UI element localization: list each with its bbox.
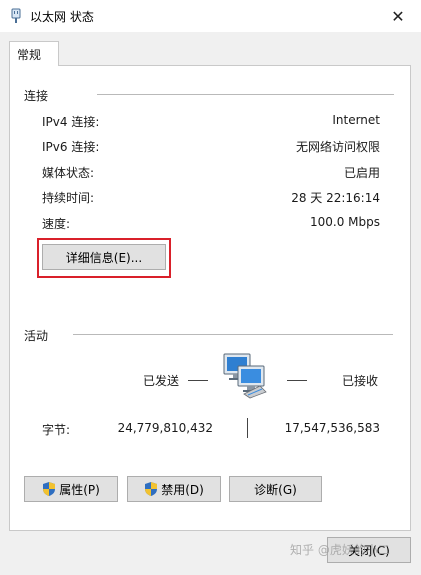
disable-button[interactable]: 禁用(D) bbox=[127, 476, 221, 502]
diagnose-button[interactable]: 诊断(G) bbox=[229, 476, 322, 502]
properties-button-label: 属性(P) bbox=[59, 482, 100, 497]
window-title: 以太网 状态 bbox=[30, 10, 94, 24]
duration-value: 28 天 22:16:14 bbox=[291, 191, 380, 205]
window-close-button[interactable]: ✕ bbox=[375, 0, 421, 32]
connection-divider bbox=[97, 94, 394, 95]
title-bar[interactable]: 以太网 状态 ✕ bbox=[0, 0, 421, 32]
network-computers-icon bbox=[223, 353, 267, 399]
sent-dash bbox=[188, 380, 208, 381]
received-dash bbox=[287, 380, 307, 381]
activity-divider bbox=[73, 334, 393, 335]
tab-general[interactable]: 常规 bbox=[9, 41, 59, 66]
diagnose-button-label: 诊断(G) bbox=[254, 482, 297, 497]
received-label: 已接收 bbox=[342, 374, 379, 388]
bytes-label: 字节: bbox=[42, 423, 71, 437]
close-icon: ✕ bbox=[391, 6, 405, 26]
ipv4-label: IPv4 连接: bbox=[42, 115, 100, 129]
tab-panel bbox=[9, 65, 411, 531]
sent-label: 已发送 bbox=[143, 374, 180, 388]
uac-shield-icon bbox=[145, 482, 158, 496]
media-state-label: 媒体状态: bbox=[42, 166, 95, 180]
connection-heading: 连接 bbox=[24, 89, 49, 103]
activity-separator bbox=[247, 418, 248, 438]
watermark-text: 知乎 @虎妖的小二 bbox=[290, 543, 390, 557]
duration-label: 持续时间: bbox=[42, 191, 95, 205]
bytes-received-value: 17,547,536,583 bbox=[284, 421, 380, 435]
activity-heading: 活动 bbox=[24, 329, 49, 343]
media-state-value: 已启用 bbox=[343, 166, 380, 180]
speed-label: 速度: bbox=[42, 217, 71, 231]
ipv4-value: Internet bbox=[332, 113, 380, 127]
properties-button[interactable]: 属性(P) bbox=[24, 476, 118, 502]
ipv6-value: 无网络访问权限 bbox=[295, 140, 380, 154]
bytes-sent-value: 24,779,810,432 bbox=[117, 421, 213, 435]
uac-shield-icon bbox=[43, 482, 56, 496]
highlight-annotation bbox=[37, 238, 171, 278]
tab-label: 常规 bbox=[17, 48, 42, 62]
disable-button-label: 禁用(D) bbox=[161, 482, 204, 497]
ipv6-label: IPv6 连接: bbox=[42, 140, 100, 154]
speed-value: 100.0 Mbps bbox=[309, 215, 380, 229]
network-adapter-icon bbox=[11, 8, 21, 23]
